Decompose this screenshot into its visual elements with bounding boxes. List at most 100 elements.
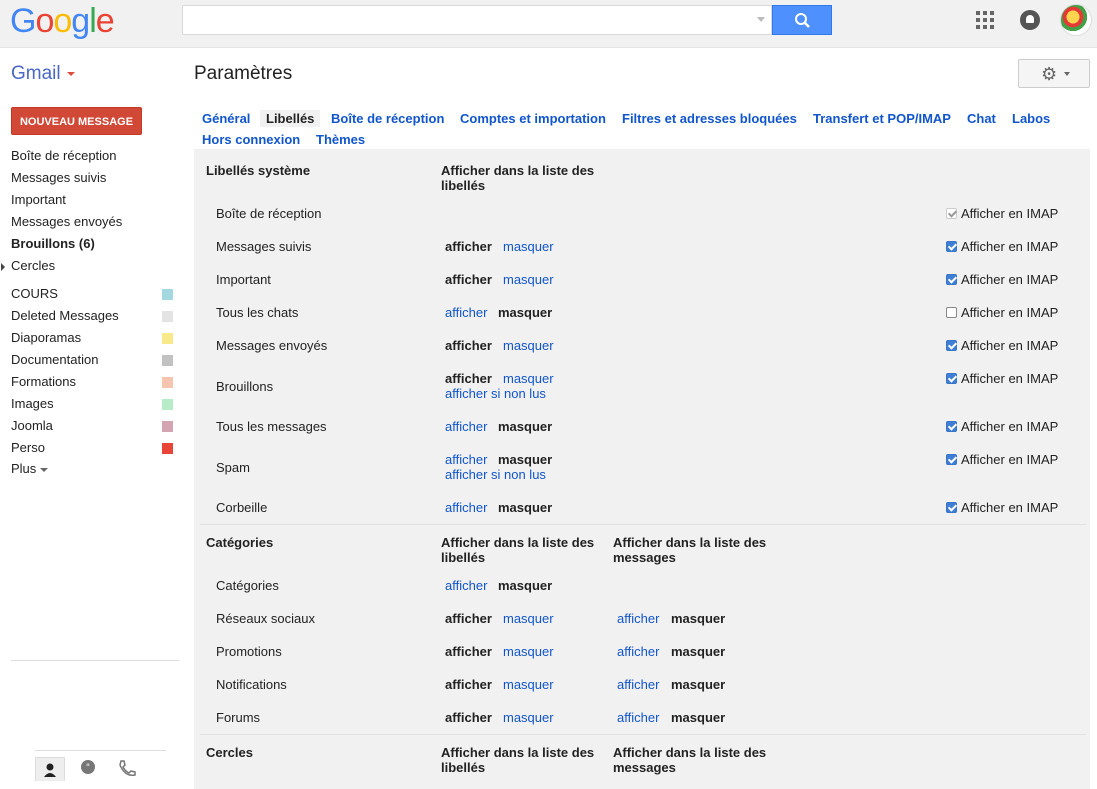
sidebar-label[interactable]: COURS <box>11 286 58 301</box>
imap-toggle[interactable]: Afficher en IMAP <box>946 338 1058 353</box>
sidebar-more[interactable]: Plus <box>11 461 49 476</box>
svg-text:": " <box>86 763 90 773</box>
phone-icon[interactable] <box>111 757 141 781</box>
imap-label: Afficher en IMAP <box>961 338 1059 353</box>
imap-label: Afficher en IMAP <box>961 371 1059 386</box>
more-label: Plus <box>11 461 37 476</box>
imap-toggle[interactable]: Afficher en IMAP <box>946 239 1058 254</box>
tab[interactable]: Général <box>202 110 250 127</box>
label-name: Messages suivis <box>216 239 312 254</box>
person-icon[interactable] <box>35 757 65 781</box>
imap-label: Afficher en IMAP <box>961 239 1059 254</box>
column-header-label-list: Afficher dans la liste des libellés <box>441 745 595 775</box>
avatar[interactable] <box>1060 4 1092 36</box>
label-color-swatch[interactable] <box>162 399 173 410</box>
label-color-swatch[interactable] <box>162 443 173 454</box>
sidebar-label[interactable]: Diaporamas <box>11 330 81 345</box>
hide-link[interactable]: masquer <box>503 272 554 287</box>
settings-button[interactable]: ⚙ <box>1018 59 1090 88</box>
show-link[interactable]: afficher <box>445 419 487 434</box>
hide-current: masquer <box>498 419 553 434</box>
sidebar-item[interactable]: Boîte de réception <box>11 148 117 163</box>
imap-checkbox[interactable] <box>946 241 957 252</box>
imap-checkbox[interactable] <box>946 274 957 285</box>
hide-link[interactable]: masquer <box>503 371 554 386</box>
google-logo[interactable]: Google <box>10 2 115 41</box>
hide-link[interactable]: masquer <box>503 710 554 725</box>
tab[interactable]: Hors connexion <box>202 131 300 148</box>
sidebar-label[interactable]: Formations <box>11 374 76 389</box>
sidebar-label[interactable]: Documentation <box>11 352 98 367</box>
hangouts-icon[interactable]: " <box>73 757 103 781</box>
label-color-swatch[interactable] <box>162 333 173 344</box>
label-color-swatch[interactable] <box>162 289 173 300</box>
show-link[interactable]: afficher <box>445 305 487 320</box>
label-color-swatch[interactable] <box>162 311 173 322</box>
tab[interactable]: Thèmes <box>316 131 365 148</box>
bottom-tabs: " <box>35 750 166 781</box>
imap-toggle[interactable]: Afficher en IMAP <box>946 500 1058 515</box>
sidebar-label[interactable]: Deleted Messages <box>11 308 119 323</box>
hide-link[interactable]: masquer <box>503 611 554 626</box>
sidebar-item[interactable]: Important <box>11 192 66 207</box>
expand-arrow-icon[interactable] <box>1 263 5 271</box>
search-options-caret-icon[interactable] <box>757 17 765 22</box>
apps-grid-icon[interactable] <box>976 11 994 29</box>
imap-checkbox[interactable] <box>946 208 957 219</box>
show-link[interactable]: afficher <box>445 452 487 467</box>
imap-toggle[interactable]: Afficher en IMAP <box>946 452 1058 467</box>
category-name: Réseaux sociaux <box>216 611 315 626</box>
hide-link[interactable]: masquer <box>503 677 554 692</box>
tab[interactable]: Chat <box>967 110 996 127</box>
hide-link[interactable]: masquer <box>503 338 554 353</box>
tab[interactable]: Filtres et adresses bloquées <box>622 110 797 127</box>
hide-link[interactable]: masquer <box>503 644 554 659</box>
show-link[interactable]: afficher <box>617 611 659 626</box>
show-link[interactable]: afficher <box>617 710 659 725</box>
imap-toggle[interactable]: Afficher en IMAP <box>946 272 1058 287</box>
show-link[interactable]: afficher <box>617 644 659 659</box>
tab[interactable]: Comptes et importation <box>460 110 606 127</box>
imap-checkbox[interactable] <box>946 421 957 432</box>
imap-checkbox[interactable] <box>946 454 957 465</box>
sidebar-item[interactable]: Brouillons (6) <box>11 236 95 251</box>
label-color-swatch[interactable] <box>162 421 173 432</box>
imap-toggle[interactable]: Afficher en IMAP <box>946 419 1058 434</box>
show-if-unread-link[interactable]: afficher si non lus <box>445 467 546 482</box>
search-input[interactable] <box>182 5 772 35</box>
tab[interactable]: Boîte de réception <box>331 110 444 127</box>
show-link[interactable]: afficher <box>617 677 659 692</box>
search-icon <box>795 13 810 28</box>
sidebar-item[interactable]: Messages envoyés <box>11 214 122 229</box>
sidebar-item[interactable]: Messages suivis <box>11 170 106 185</box>
tab[interactable]: Labos <box>1012 110 1050 127</box>
section-divider <box>200 524 1086 525</box>
show-if-unread-link[interactable]: afficher si non lus <box>445 386 546 401</box>
imap-checkbox[interactable] <box>946 502 957 513</box>
tab[interactable]: Transfert et POP/IMAP <box>813 110 951 127</box>
label-color-swatch[interactable] <box>162 377 173 388</box>
imap-toggle[interactable]: Afficher en IMAP <box>946 305 1058 320</box>
imap-checkbox[interactable] <box>946 373 957 384</box>
search-button[interactable] <box>772 5 832 35</box>
sidebar-label[interactable]: Images <box>11 396 54 411</box>
imap-toggle[interactable]: Afficher en IMAP <box>946 371 1058 386</box>
tab[interactable]: Libellés <box>260 110 321 127</box>
label-color-swatch[interactable] <box>162 355 173 366</box>
imap-checkbox[interactable] <box>946 307 957 318</box>
sidebar-item[interactable]: Cercles <box>11 258 55 273</box>
logo-letter: o <box>35 2 54 40</box>
chevron-down-icon <box>66 71 75 76</box>
imap-label: Afficher en IMAP <box>961 500 1059 515</box>
imap-toggle[interactable]: Afficher en IMAP <box>946 206 1058 221</box>
gmail-menu[interactable]: Gmail <box>11 63 75 85</box>
compose-button[interactable]: NOUVEAU MESSAGE <box>11 107 142 135</box>
sidebar-label[interactable]: Joomla <box>11 418 53 433</box>
show-link[interactable]: afficher <box>445 578 487 593</box>
hide-current: masquer <box>498 500 553 515</box>
show-link[interactable]: afficher <box>445 500 487 515</box>
imap-checkbox[interactable] <box>946 340 957 351</box>
notifications-icon[interactable] <box>1020 10 1040 30</box>
sidebar-label[interactable]: Perso <box>11 440 45 455</box>
hide-link[interactable]: masquer <box>503 239 554 254</box>
